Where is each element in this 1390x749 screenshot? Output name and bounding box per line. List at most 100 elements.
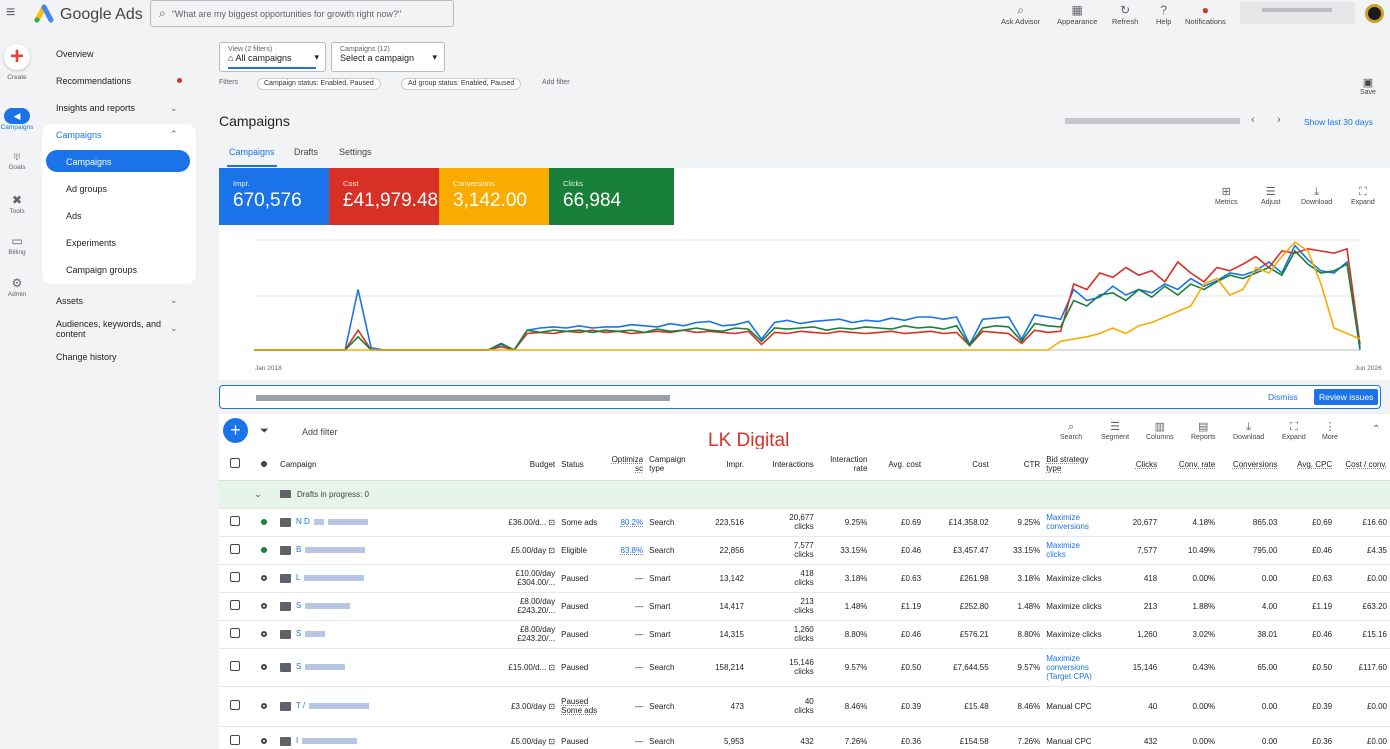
tab-campaigns[interactable]: Campaigns (229, 147, 275, 157)
header-avg-cpc[interactable]: Avg. CPC (1280, 449, 1336, 481)
rail-create[interactable]: + Create (0, 43, 34, 81)
nav-insights[interactable]: Insights and reports (56, 103, 135, 113)
row-checkbox[interactable] (230, 628, 241, 638)
metrics-button[interactable]: ⊞ Metrics (1215, 185, 1238, 206)
campaign-cell[interactable]: S (276, 592, 471, 621)
table-add-filter[interactable]: Add filter (302, 427, 338, 437)
header-clicks[interactable]: Clicks (1112, 449, 1161, 481)
date-range-redacted[interactable] (1065, 118, 1240, 124)
header-campaign-type[interactable]: Campaign type (646, 449, 695, 481)
refresh-button[interactable]: ↻ Refresh (1112, 3, 1138, 26)
budget-cell[interactable]: £8.00/day £243.20/... (470, 592, 559, 621)
paused-status-icon[interactable] (261, 574, 268, 581)
account-info[interactable] (1240, 2, 1355, 24)
review-issues-button[interactable]: Review issues (1314, 389, 1379, 405)
row-checkbox[interactable] (230, 544, 241, 554)
campaign-cell[interactable]: N D (276, 508, 471, 537)
rail-campaigns[interactable]: ◀ Campaigns (0, 108, 34, 131)
filter-chip-campaign-status[interactable]: Campaign status: Enabled, Paused (257, 78, 381, 90)
table-download-button[interactable]: ⤓ Download (1233, 420, 1264, 441)
paused-status-icon[interactable] (261, 702, 268, 709)
campaign-cell[interactable]: B (276, 536, 471, 565)
chevron-down-icon[interactable]: ⌄ (170, 103, 178, 114)
campaign-name-prefix[interactable]: I (296, 736, 298, 745)
campaign-cell[interactable]: T / (276, 686, 471, 727)
chevron-down-icon[interactable]: ⌄ (170, 295, 178, 306)
rail-billing[interactable]: ▭ Billing (0, 233, 34, 256)
chevron-up-icon[interactable]: ⌃ (170, 129, 178, 140)
table-row[interactable]: B £5.00/day ⊡ Eligible 83.8% Search 22,8… (219, 536, 1390, 565)
nav-ads[interactable]: Ads (66, 211, 82, 221)
edit-icon[interactable]: ⊡ (548, 737, 555, 746)
dismiss-button[interactable]: Dismiss (1268, 392, 1298, 402)
paused-status-icon[interactable] (261, 737, 268, 744)
table-expand-button[interactable]: ⛶ Expand (1282, 420, 1306, 441)
paused-status-icon[interactable] (261, 602, 268, 609)
select-all-checkbox[interactable] (230, 458, 241, 469)
paused-status-icon[interactable] (261, 663, 268, 670)
table-row[interactable]: I £5.00/day ⊡ Paused — Search 5,953 432 … (219, 726, 1390, 749)
chevron-down-icon[interactable]: ⌄ (170, 323, 178, 334)
budget-cell[interactable]: £36.00/d... ⊡ (470, 508, 559, 537)
add-filter-link[interactable]: Add filter (542, 79, 570, 86)
rail-admin[interactable]: ⚙ Admin (0, 275, 34, 298)
collapse-icon[interactable]: ⌃ (1372, 424, 1380, 435)
campaign-name-prefix[interactable]: N D (296, 517, 310, 526)
table-row[interactable]: S £8.00/day £243.20/... Paused — Smart 14… (219, 592, 1390, 621)
metric-card-clicks[interactable]: Clicks 66,984 (549, 168, 674, 225)
reports-button[interactable]: ▤ Reports (1191, 420, 1216, 441)
budget-cell[interactable]: £5.00/day ⊡ (470, 726, 559, 749)
google-ads-logo[interactable] (34, 3, 54, 23)
campaign-cell[interactable]: L (276, 564, 471, 593)
optimization-score[interactable]: 83.8% (620, 546, 643, 555)
drafts-row[interactable]: ⌄ Drafts in progress: 0 (219, 480, 1390, 509)
budget-cell[interactable]: £15.00/d... ⊡ (470, 648, 559, 687)
view-selector[interactable]: View (2 filters) ⌂ All campaigns ▾ (219, 42, 326, 72)
ask-advisor-button[interactable]: ⌕ Ask Advisor (1001, 3, 1040, 26)
more-button[interactable]: ⋮ More (1322, 420, 1338, 441)
paused-status-icon[interactable] (261, 630, 268, 637)
table-row[interactable]: N D £36.00/d... ⊡ Some ads 80.2% Search … (219, 508, 1390, 537)
header-optimization[interactable]: Optimiza sc (602, 449, 647, 481)
table-row[interactable]: L £10.00/day £304.00/... Paused — Smart 1… (219, 564, 1390, 593)
row-checkbox[interactable] (230, 516, 241, 526)
campaign-name-prefix[interactable]: S (296, 601, 301, 610)
table-row[interactable]: T / £3.00/day ⊡ Paused Some ads — Search … (219, 686, 1390, 727)
filter-chip-adgroup-status[interactable]: Ad group status: Enabled, Paused (401, 78, 522, 90)
header-interactions[interactable]: Interactions (747, 449, 817, 481)
row-checkbox[interactable] (230, 735, 241, 745)
header-campaign[interactable]: Campaign (276, 449, 471, 481)
search-bar[interactable]: ⌕ "What are my biggest opportunities for… (150, 0, 454, 27)
avatar[interactable] (1365, 4, 1384, 23)
nav-campaigns-group[interactable]: Campaigns (56, 130, 102, 140)
chevron-down-icon[interactable]: ⌄ (251, 480, 277, 509)
tab-settings[interactable]: Settings (339, 147, 372, 157)
header-avg-cost[interactable]: Avg. cost (870, 449, 925, 481)
metric-card-cost[interactable]: Cost £41,979.48 (329, 168, 439, 225)
campaign-name-prefix[interactable]: S (296, 662, 301, 671)
row-checkbox[interactable] (230, 600, 241, 610)
help-button[interactable]: ? Help (1156, 3, 1171, 26)
rail-goals[interactable]: ♅ Goals (0, 148, 34, 171)
chevron-right-icon[interactable]: › (1277, 114, 1281, 126)
campaign-cell[interactable]: S (276, 620, 471, 649)
table-row[interactable]: S £15.00/d... ⊡ Paused — Search 158,214 … (219, 648, 1390, 687)
download-chart-button[interactable]: ⤓ Download (1301, 185, 1332, 206)
table-row[interactable]: S £8.00/day £243.20/... Paused — Smart 14… (219, 620, 1390, 649)
row-checkbox[interactable] (230, 572, 241, 582)
rail-tools[interactable]: ✖ Tools (0, 192, 34, 215)
adjust-button[interactable]: ☰ Adjust (1261, 185, 1280, 206)
tab-drafts[interactable]: Drafts (294, 147, 318, 157)
campaign-cell[interactable]: S (276, 648, 471, 687)
nav-audiences[interactable]: Audiences, keywords, and content (56, 319, 161, 339)
header-interaction-rate[interactable]: Interaction rate (816, 449, 871, 481)
header-cost[interactable]: Cost (924, 449, 992, 481)
campaign-name-prefix[interactable]: T / (296, 701, 305, 710)
row-checkbox[interactable] (230, 700, 241, 710)
show-last-30-days[interactable]: Show last 30 days (1304, 117, 1373, 127)
header-impr[interactable]: Impr. (694, 449, 747, 481)
nav-overview[interactable]: Overview (56, 49, 94, 59)
metric-card-conversions[interactable]: Conversions 3,142.00 (439, 168, 549, 225)
campaign-name-prefix[interactable]: L (296, 573, 300, 582)
add-campaign-button[interactable]: + (223, 418, 248, 443)
